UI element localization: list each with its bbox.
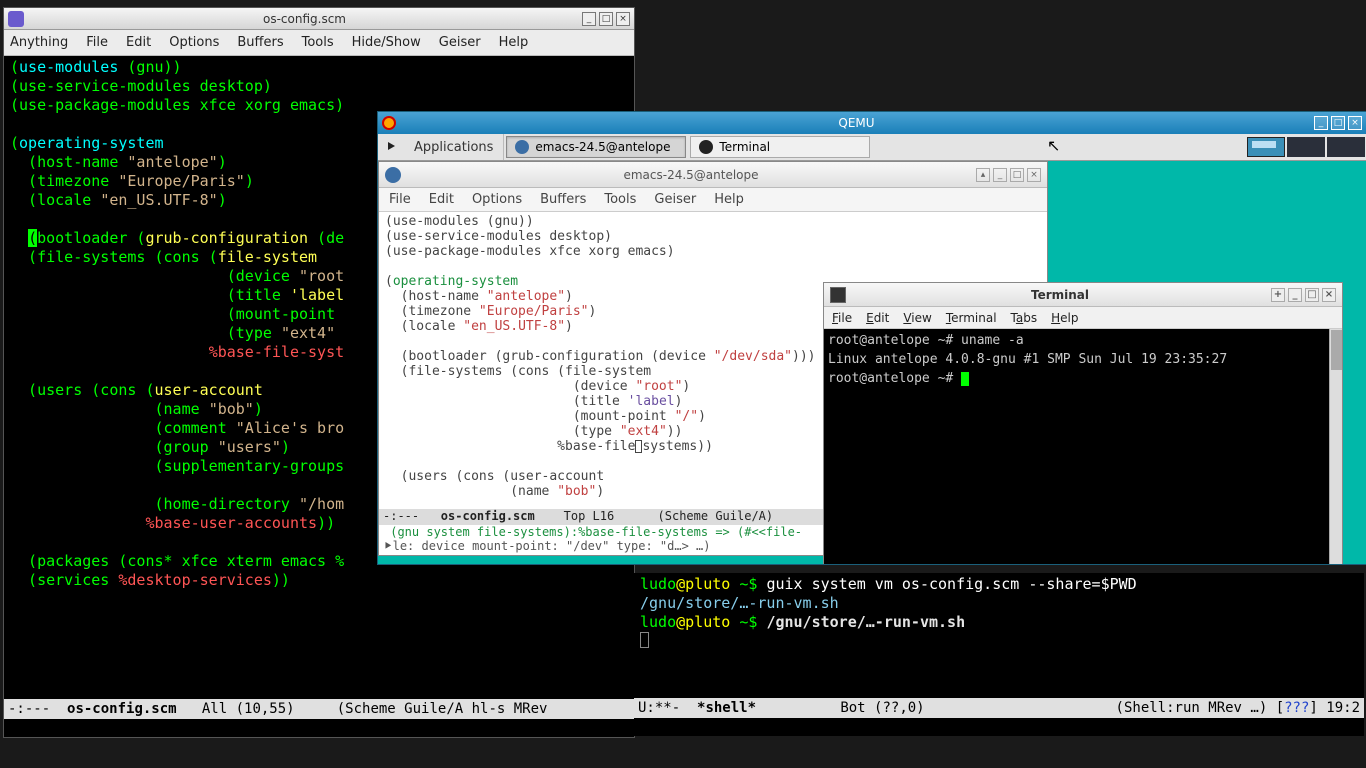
scroll-thumb[interactable] — [1331, 330, 1342, 370]
emacs-title: os-config.scm — [30, 12, 579, 26]
workspace-switcher[interactable] — [1246, 137, 1366, 157]
qemu-maximize-button[interactable]: □ — [1331, 116, 1345, 130]
emacs-menubar: Anything File Edit Options Buffers Tools… — [4, 30, 634, 56]
menu-file[interactable]: File — [832, 311, 852, 325]
menu-buffers[interactable]: Buffers — [540, 192, 586, 207]
maximize-button[interactable]: □ — [1305, 288, 1319, 302]
menu-help[interactable]: Help — [714, 192, 744, 207]
guest-terminal-menubar: File Edit View Terminal Tabs Help — [824, 307, 1342, 329]
emacs-modeline: -:--- os-config.scm All (10,55) (Scheme … — [4, 699, 634, 719]
close-button[interactable]: × — [1322, 288, 1336, 302]
menu-terminal[interactable]: Terminal — [946, 311, 997, 325]
shell-buffer[interactable]: ludo@pluto ~$ guix system vm os-config.s… — [634, 573, 1364, 698]
qemu-window: QEMU _ □ × Applications emacs-24.5@antel… — [377, 111, 1366, 565]
cursor — [961, 372, 969, 386]
workspace-2[interactable] — [1287, 137, 1325, 157]
shade-button[interactable]: ▴ — [976, 168, 990, 182]
guest-emacs-title: emacs-24.5@antelope — [409, 168, 973, 182]
taskbar-emacs[interactable]: emacs-24.5@antelope — [506, 136, 686, 158]
minimize-button[interactable]: _ — [582, 12, 596, 26]
menu-anything[interactable]: Anything — [10, 35, 68, 50]
menu-tools[interactable]: Tools — [604, 192, 636, 207]
qemu-minimize-button[interactable]: _ — [1314, 116, 1328, 130]
xfce-mouse-icon — [388, 140, 402, 154]
guest-terminal-titlebar[interactable]: Terminal + _ □ × — [824, 283, 1342, 307]
guest-emacs-menubar: File Edit Options Buffers Tools Geiser H… — [379, 188, 1047, 212]
shell-window: ludo@pluto ~$ guix system vm os-config.s… — [634, 573, 1364, 736]
qemu-screen[interactable]: Applications emacs-24.5@antelope Termina… — [378, 134, 1366, 564]
guest-emacs-icon — [385, 167, 401, 183]
menu-geiser[interactable]: Geiser — [654, 192, 696, 207]
maximize-button[interactable]: □ — [1010, 168, 1024, 182]
emacs-titlebar[interactable]: os-config.scm _ □ × — [4, 8, 634, 30]
emacs-echo-area — [4, 719, 634, 737]
shell-modeline-right: (Shell:run MRev …) [???] 19:2 — [1116, 700, 1360, 716]
close-button[interactable]: × — [616, 12, 630, 26]
workspace-3[interactable] — [1327, 137, 1365, 157]
qemu-close-button[interactable]: × — [1348, 116, 1362, 130]
menu-edit[interactable]: Edit — [429, 192, 454, 207]
qemu-icon — [382, 116, 396, 130]
xfce-panel: Applications emacs-24.5@antelope Termina… — [378, 134, 1366, 161]
scrollbar[interactable] — [1329, 329, 1342, 564]
qemu-titlebar[interactable]: QEMU _ □ × — [378, 112, 1366, 134]
guest-terminal-body[interactable]: root@antelope ~# uname -a Linux antelope… — [824, 329, 1342, 564]
close-button[interactable]: × — [1027, 168, 1041, 182]
guest-terminal-window: Terminal + _ □ × File Edit View Terminal… — [823, 282, 1343, 564]
terminal-icon — [830, 287, 846, 303]
cursor — [640, 632, 649, 648]
menu-hideshow[interactable]: Hide/Show — [352, 35, 421, 50]
emacs-icon — [8, 11, 24, 27]
shell-modeline: U:**- *shell* Bot (??,0) (Shell:run MRev… — [634, 698, 1364, 718]
emacs-task-icon — [515, 140, 529, 154]
menu-help[interactable]: Help — [499, 35, 529, 50]
shade-button[interactable]: + — [1271, 288, 1285, 302]
terminal-task-icon — [699, 140, 713, 154]
menu-buffers[interactable]: Buffers — [237, 35, 283, 50]
menu-file[interactable]: File — [389, 192, 411, 207]
maximize-button[interactable]: □ — [599, 12, 613, 26]
qemu-title: QEMU — [402, 116, 1311, 130]
minimize-button[interactable]: _ — [993, 168, 1007, 182]
menu-file[interactable]: File — [86, 35, 108, 50]
menu-edit[interactable]: Edit — [126, 35, 151, 50]
shell-echo — [634, 718, 1364, 736]
menu-edit[interactable]: Edit — [866, 311, 889, 325]
shell-modeline-left: U:**- *shell* Bot (??,0) — [638, 700, 925, 716]
menu-help[interactable]: Help — [1051, 311, 1078, 325]
guest-emacs-titlebar[interactable]: emacs-24.5@antelope ▴ _ □ × — [379, 162, 1047, 188]
cursor: ( — [28, 229, 37, 247]
menu-tools[interactable]: Tools — [302, 35, 334, 50]
menu-tabs[interactable]: Tabs — [1011, 311, 1038, 325]
applications-menu[interactable]: Applications — [378, 134, 504, 160]
guest-terminal-title: Terminal — [852, 288, 1268, 302]
menu-view[interactable]: View — [903, 311, 931, 325]
menu-geiser[interactable]: Geiser — [439, 35, 481, 50]
menu-options[interactable]: Options — [169, 35, 219, 50]
minimize-button[interactable]: _ — [1288, 288, 1302, 302]
workspace-1[interactable] — [1247, 137, 1285, 157]
taskbar-terminal[interactable]: Terminal — [690, 136, 870, 158]
menu-options[interactable]: Options — [472, 192, 522, 207]
